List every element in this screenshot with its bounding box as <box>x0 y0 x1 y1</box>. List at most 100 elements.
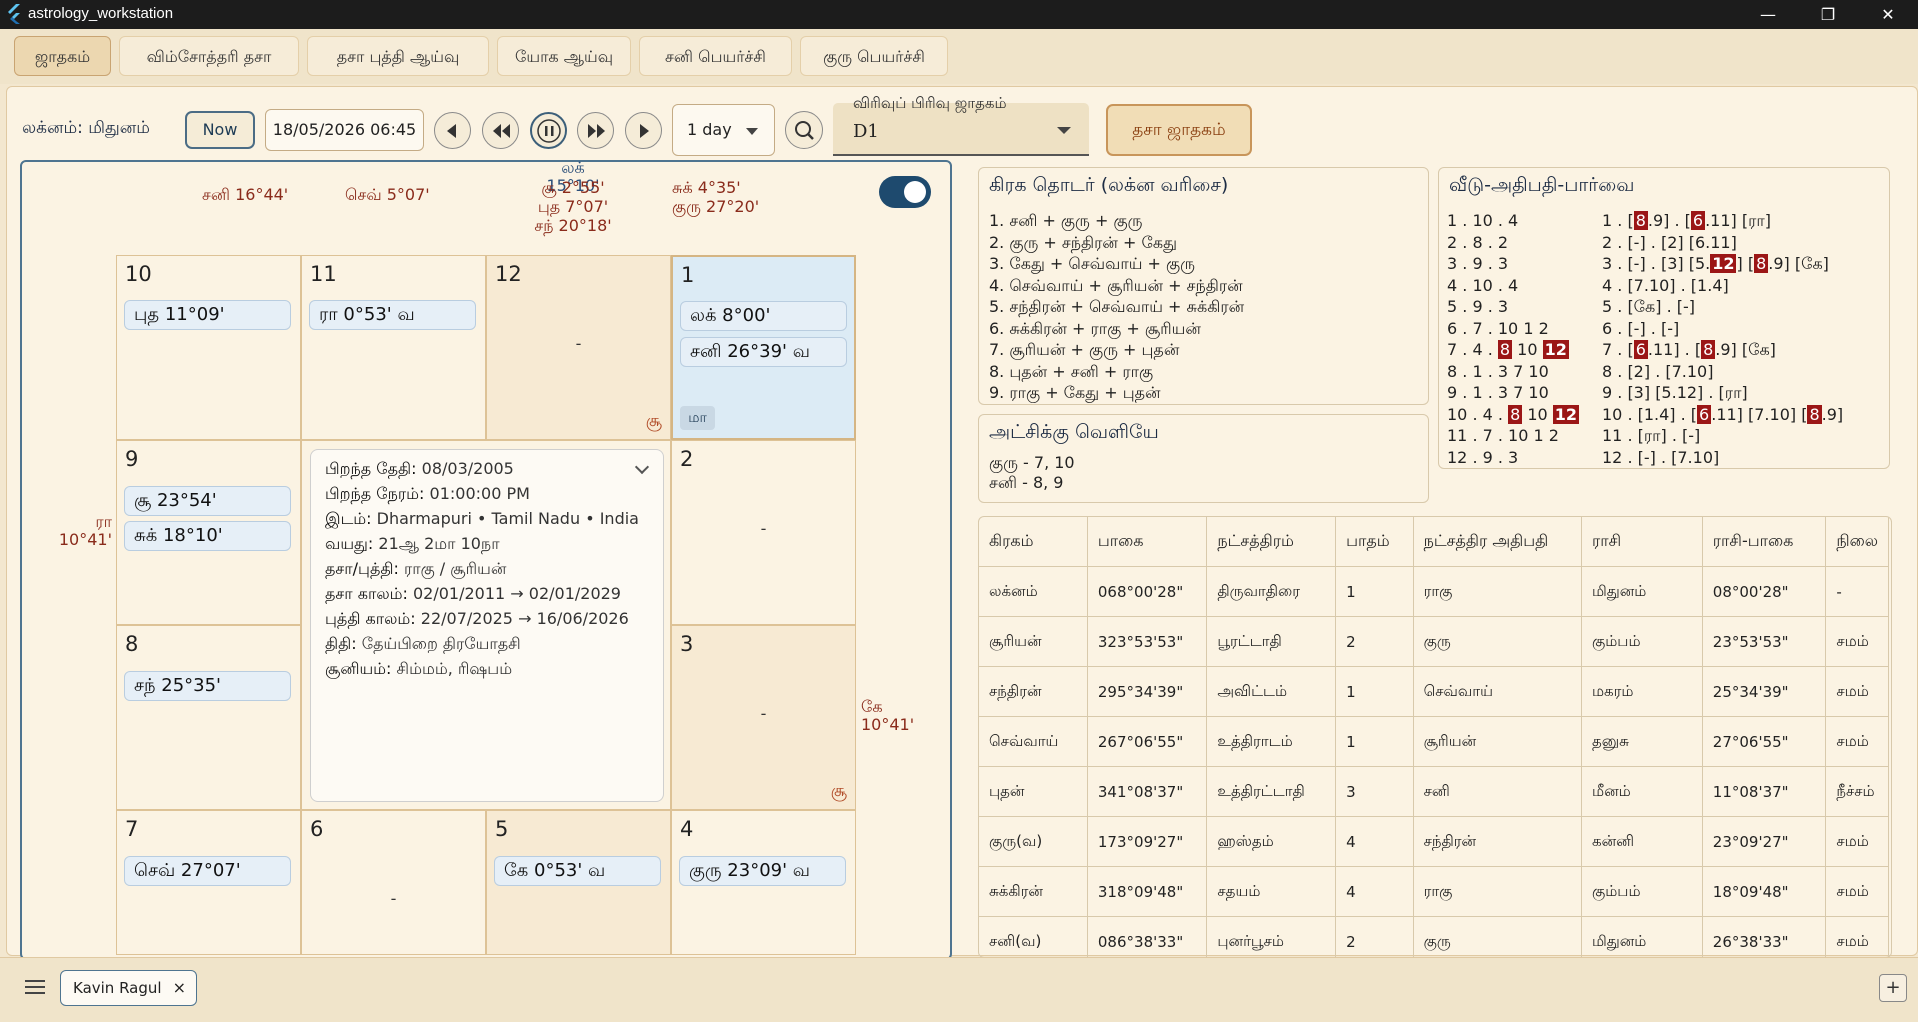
step-back-button[interactable] <box>434 112 471 149</box>
house-5[interactable]: 5 கே 0°53' வ <box>486 810 671 955</box>
tab-dasa-bhukti[interactable]: தசா புத்தி ஆய்வு <box>307 36 489 76</box>
table-row[interactable]: சந்திரன் 295°34'39" அவிட்டம் 1 செவ்வாய் மகரம்… <box>979 666 1889 717</box>
table-row[interactable]: சுக்கிரன் 318°09'48" சதயம் 4 ராகு கும்பம் 18°0… <box>979 866 1889 917</box>
maximize-button[interactable]: ❐ <box>1798 0 1858 29</box>
outer-sani: சனி 16°44' <box>202 185 289 204</box>
list-item: 9 . [3] [5.12] . [ரா] <box>1602 383 1748 402</box>
veedu-title: வீடு-அதிபதி-பார்வை <box>1449 174 1635 196</box>
house-number: 4 <box>680 817 694 841</box>
house-6[interactable]: 6 - <box>301 810 486 955</box>
close-icon[interactable]: × <box>173 971 186 1005</box>
table-cell: குரு(வ) <box>979 816 1088 867</box>
add-profile-button[interactable]: + <box>1879 974 1907 1002</box>
table-cell: 23°09'27" <box>1702 816 1827 867</box>
table-cell: 318°09'48" <box>1087 866 1208 917</box>
dasa-jathagam-button[interactable]: தசா ஜாதகம் <box>1106 104 1252 156</box>
table-cell: 4 <box>1335 816 1414 867</box>
house-number: 2 <box>680 447 694 471</box>
table-row[interactable]: லக்னம் 068°00'28" திருவாதிரை 1 ராகு மிதுனம் 08… <box>979 566 1889 617</box>
planet-table-wrap[interactable]: கிரகம் பாகை நட்சத்திரம் பாதம் நட்சத்திர … <box>978 516 1892 958</box>
tab-sani-peyarchi[interactable]: சனி பெயர்ச்சி <box>639 36 792 76</box>
list-item: 12 . [-] . [7.10] <box>1602 447 1720 467</box>
search-icon <box>795 121 814 140</box>
planet-chip[interactable]: சூ 23°54' <box>124 486 291 516</box>
step-forward-button[interactable] <box>625 112 662 149</box>
minimize-button[interactable]: — <box>1738 0 1798 29</box>
list-text: 1 . [ <box>1602 211 1634 230</box>
house-7[interactable]: 7 செவ் 27°07' <box>116 810 301 955</box>
house-8[interactable]: 8 சந் 25°35' <box>116 625 301 810</box>
table-cell: 26°38'33" <box>1702 916 1827 957</box>
chevron-down-icon <box>1057 127 1071 134</box>
table-row[interactable]: புதன் 341°08'37" உத்திரட்டாதி 3 சனி மீனம் 11°0… <box>979 766 1889 817</box>
fast-forward-button[interactable] <box>577 112 614 149</box>
house-4[interactable]: 4 குரு 23°09' வ <box>671 810 856 955</box>
table-cell: சந்திரன் <box>1413 816 1582 867</box>
planet-chip[interactable]: செவ் 27°07' <box>124 856 291 886</box>
planet-chip[interactable]: கே 0°53' வ <box>494 856 661 886</box>
table-row[interactable]: குரு(வ) 173°09'27" ஹஸ்தம் 4 சந்திரன் கன்னி 23°… <box>979 816 1889 867</box>
close-window-button[interactable]: ✕ <box>1858 0 1918 29</box>
now-button[interactable]: Now <box>185 111 255 149</box>
varga-value: D1 <box>853 121 879 142</box>
table-cell: புதன் <box>979 766 1088 817</box>
tab-vimshottari-dasa[interactable]: விம்சோத்தரி தசா <box>119 36 299 76</box>
planet-chip[interactable]: குரு 23°09' வ <box>679 856 846 886</box>
sunya-key: சூனியம்: <box>325 659 392 678</box>
table-cell: குரு <box>1413 916 1582 957</box>
list-item: சனி - 8, 9 <box>989 473 1064 492</box>
table-cell: திருவாதிரை <box>1206 566 1337 617</box>
table-cell: 2 <box>1335 916 1414 957</box>
house-1[interactable]: 1 லக் 8°00' சனி 26°39' வ மா <box>671 255 856 440</box>
table-cell: ஹஸ்தம் <box>1206 816 1337 867</box>
house-11[interactable]: 11 ரா 0°53' வ <box>301 255 486 440</box>
house-3[interactable]: 3 - சூ <box>671 625 856 810</box>
planet-chip[interactable]: சனி 26°39' வ <box>680 337 847 367</box>
list-item: 11 . [ரா] . [-] <box>1602 426 1701 445</box>
table-cell: சனி <box>1413 766 1582 817</box>
list-text: .11] [ரா] <box>1705 211 1771 230</box>
chart-toggle[interactable] <box>879 176 931 208</box>
list-item: 4 . 10 . 4 <box>1447 275 1519 295</box>
list-item: 8 . 1 . 3 7 10 <box>1447 361 1549 381</box>
table-cell: கன்னி <box>1581 816 1703 867</box>
table-row[interactable]: சூரியன் 323°53'53" பூரட்டாதி 2 குரு கும்பம் 23… <box>979 616 1889 667</box>
list-item: 2 . 8 . 2 <box>1447 232 1509 252</box>
tab-guru-peyarchi[interactable]: குரு பெயர்ச்சி <box>800 36 948 76</box>
corner-marker: சூ <box>830 781 847 801</box>
empty-marker: - <box>390 889 397 908</box>
planet-chip[interactable]: லக் 8°00' <box>680 301 847 331</box>
rewind-button[interactable] <box>482 112 519 149</box>
planet-chip[interactable]: சந் 25°35' <box>124 671 291 701</box>
house-10[interactable]: 10 புத 11°09' <box>116 255 301 440</box>
planet-chip[interactable]: சுக் 18°10' <box>124 521 291 551</box>
varga-select[interactable]: விரிவுப் பிரிவு ஜாதகம் D1 <box>833 94 1089 156</box>
search-button[interactable] <box>785 111 823 149</box>
table-cell: செவ்வாய் <box>1413 666 1582 717</box>
profile-tab[interactable]: Kavin Ragul × <box>60 970 197 1006</box>
column-header: நிலை <box>1825 517 1889 567</box>
pause-button[interactable] <box>530 112 567 149</box>
outer-sun: சூ 2°55' <box>541 178 605 197</box>
planet-chip[interactable]: ரா 0°53' வ <box>309 300 476 330</box>
highlight: 8 <box>1701 340 1716 359</box>
house-12[interactable]: 12 - சூ <box>486 255 671 440</box>
table-row[interactable]: செவ்வாய் 267°06'55" உத்திராடம் 1 சூரியன் தனுச… <box>979 716 1889 767</box>
datetime-field[interactable]: 18/05/2026 06:45 <box>265 109 424 151</box>
hamburger-menu-icon[interactable] <box>25 980 45 994</box>
pause-icon <box>537 119 561 143</box>
planet-chip[interactable]: புத 11°09' <box>124 300 291 330</box>
table-row[interactable]: சனி(வ) 086°38'33" புனர்பூசம் 2 குரு மிதுனம் 26… <box>979 916 1889 957</box>
empty-marker: - <box>760 519 767 538</box>
highlight: 6 <box>1633 340 1648 359</box>
tab-jathagam[interactable]: ஜாதகம் <box>14 36 111 76</box>
step-select[interactable]: 1 day <box>672 104 775 156</box>
house-2[interactable]: 2 - <box>671 440 856 625</box>
list-item: 10 . 4 . 8 10 12 <box>1447 404 1580 426</box>
sunya-value: சிம்மம், ரிஷபம் <box>396 659 513 678</box>
list-item: 7 . [6.11] . [8.9] [கே] <box>1602 339 1843 361</box>
planet-table: கிரகம் பாகை நட்சத்திரம் பாதம் நட்சத்திர … <box>979 517 1889 957</box>
tab-yoga[interactable]: யோக ஆய்வு <box>497 36 631 76</box>
house-9[interactable]: 9 சூ 23°54' சுக் 18°10' <box>116 440 301 625</box>
outer-ketu-deg: 10°41' <box>861 715 915 734</box>
